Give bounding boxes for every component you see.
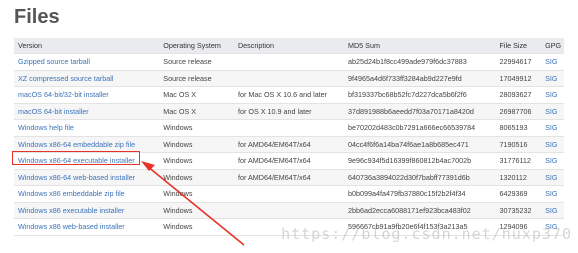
watermark-text: https://blog.csdn.net/huxp370 [281,225,572,243]
annotation-arrow [141,161,245,246]
arrow-line [146,165,245,246]
arrow-head [141,161,155,171]
